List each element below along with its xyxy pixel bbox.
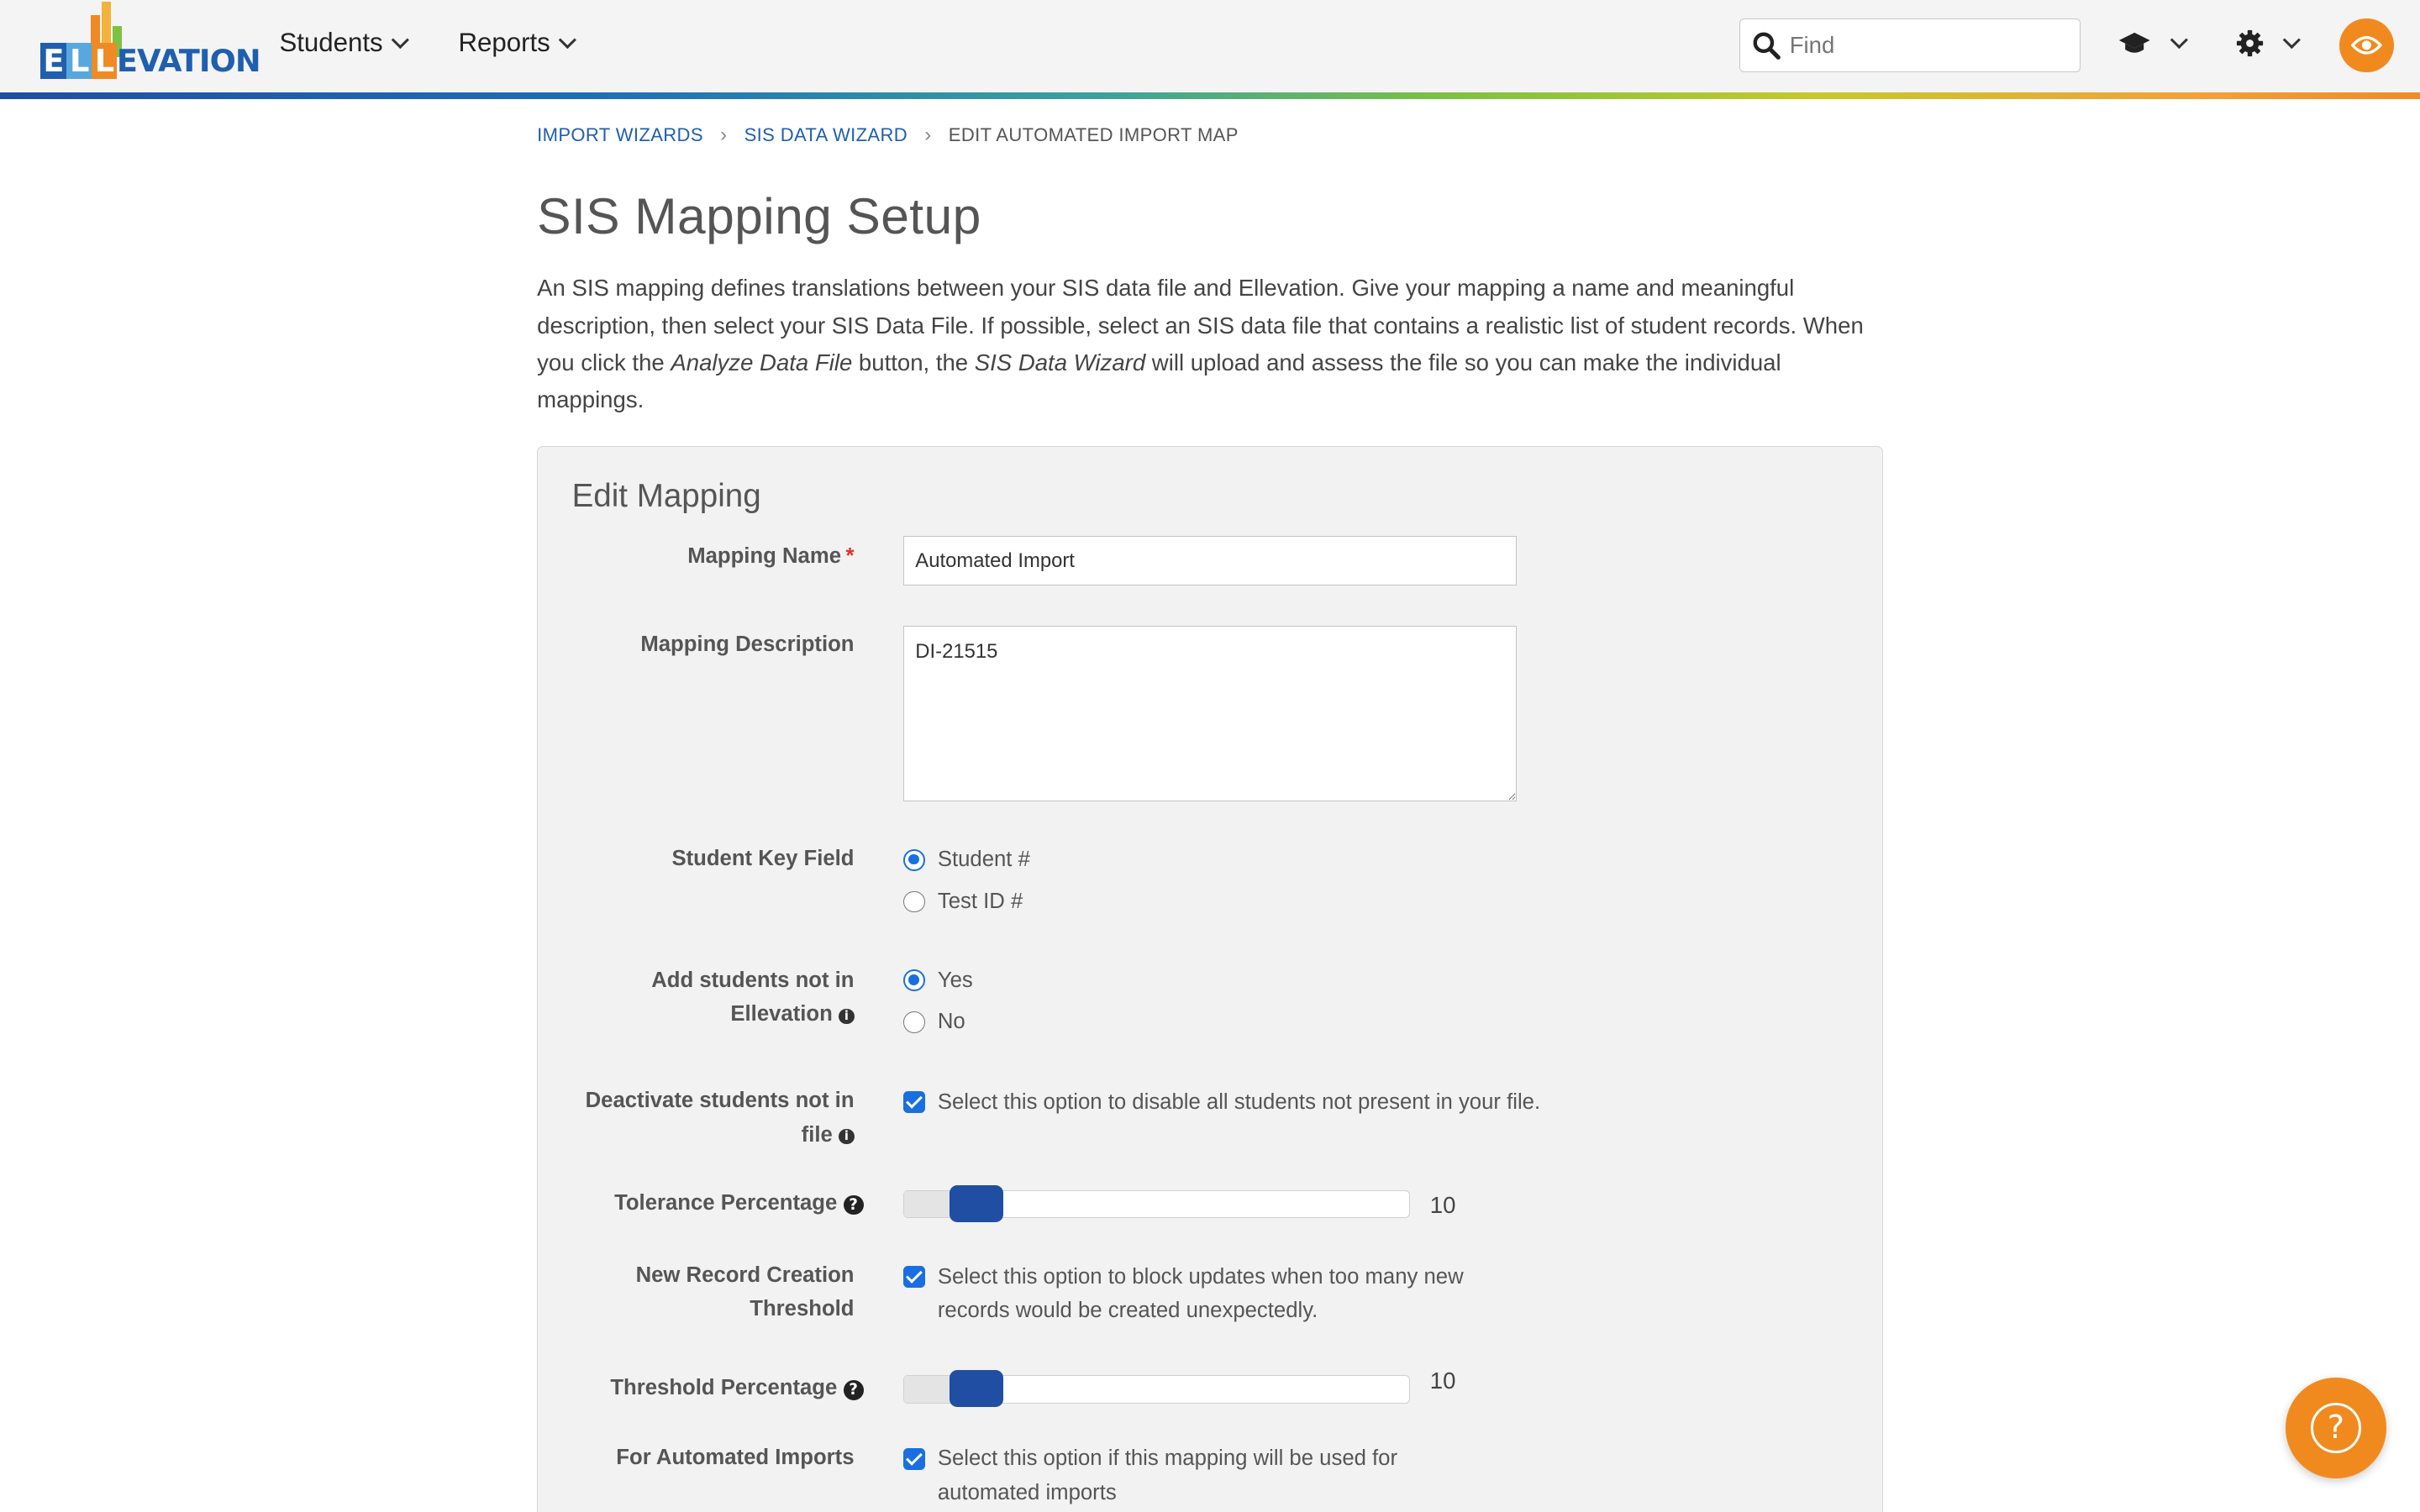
chevron-down-icon	[558, 30, 576, 49]
help-icon[interactable]: ?	[843, 1194, 864, 1215]
graduation-cap-icon	[2118, 32, 2150, 53]
intro-emphasis-analyze: Analyze Data File	[671, 349, 853, 375]
threshold-value: 10	[1429, 1368, 1456, 1394]
mapping-description-label: Mapping Description	[640, 632, 855, 656]
radio-selected[interactable]	[903, 848, 926, 871]
radio-selected[interactable]	[903, 969, 926, 991]
search-input[interactable]	[1789, 32, 2068, 60]
help-icon[interactable]: ?	[843, 1379, 864, 1400]
breadcrumb-import-wizards[interactable]: IMPORT WIZARDS	[537, 124, 703, 146]
gear-icon	[2237, 29, 2264, 57]
radio-label: No	[937, 1010, 965, 1034]
question-mark-icon: ?	[2310, 1402, 2362, 1454]
intro-emphasis-wizard: SIS Data Wizard	[974, 349, 1146, 375]
checkbox-checked[interactable]	[903, 1266, 926, 1288]
ellevation-logo[interactable]: E L L EVATION	[39, 1, 261, 79]
info-icon[interactable]: i	[839, 1008, 855, 1025]
roster-menu-button[interactable]	[2118, 31, 2188, 55]
nav-students[interactable]: Students	[279, 28, 409, 58]
required-mark: *	[845, 543, 855, 568]
radio-unselected[interactable]	[903, 890, 926, 913]
search-icon	[1753, 32, 1781, 60]
nav-reports[interactable]: Reports	[458, 28, 576, 58]
help-button[interactable]: ?	[2286, 1378, 2386, 1478]
slider-handle[interactable]	[949, 1184, 1003, 1222]
student-key-label: Student Key Field	[671, 846, 855, 870]
slider-handle[interactable]	[949, 1370, 1003, 1408]
eye-icon	[2351, 36, 2382, 55]
add-students-label-line2: Ellevation	[730, 1002, 833, 1026]
view-as-button[interactable]	[2339, 18, 2394, 73]
new-record-label-line1: New Record Creation	[635, 1263, 855, 1287]
threshold-slider[interactable]	[903, 1370, 1410, 1408]
chevron-right-icon: ›	[924, 123, 932, 146]
new-record-threshold-option[interactable]: Select this option to block updates when…	[903, 1260, 1490, 1328]
new-record-label-line2: Threshold	[750, 1297, 855, 1321]
threshold-label-text: Threshold Percentage	[610, 1375, 838, 1399]
chevron-down-icon	[2283, 31, 2301, 50]
student-key-option-student[interactable]: Student #	[903, 848, 1030, 872]
checkbox-checked[interactable]	[903, 1091, 926, 1114]
checkbox-checked[interactable]	[903, 1447, 926, 1470]
brand-stripe	[0, 92, 2420, 99]
chevron-right-icon: ›	[720, 123, 728, 146]
breadcrumb-sis-data-wizard[interactable]: SIS DATA WIZARD	[744, 124, 908, 146]
add-students-option-no[interactable]: No	[903, 1010, 965, 1034]
deactivate-students-label: Deactivate students not in file i	[586, 1084, 855, 1152]
mapping-name-label-text: Mapping Name	[687, 543, 841, 568]
mapping-name-input[interactable]	[903, 536, 1517, 586]
student-key-option-test-id[interactable]: Test ID #	[903, 890, 1023, 914]
add-students-label-line1: Add students not in	[651, 969, 855, 993]
tolerance-slider[interactable]	[903, 1184, 1410, 1222]
nav-reports-label: Reports	[458, 28, 550, 58]
top-navbar: E L L EVATION Students Reports	[0, 0, 2420, 93]
breadcrumb-current: EDIT AUTOMATED IMPORT MAP	[948, 123, 1239, 145]
search-box[interactable]	[1739, 18, 2081, 73]
deactivate-label-line2: file	[801, 1122, 833, 1147]
radio-label: Yes	[937, 968, 973, 992]
checkbox-label: Select this option if this mapping will …	[937, 1446, 1398, 1504]
tolerance-label: Tolerance Percentage?	[614, 1186, 864, 1220]
radio-label: Student #	[937, 848, 1030, 872]
nav-students-label: Students	[279, 28, 383, 58]
automated-imports-label: For Automated Imports	[616, 1445, 855, 1469]
settings-menu-button[interactable]	[2236, 29, 2301, 57]
new-record-threshold-label: New Record Creation Threshold	[636, 1258, 855, 1326]
deactivate-label-line1: Deactivate students not in	[585, 1089, 855, 1113]
radio-label: Test ID #	[937, 889, 1023, 913]
chevron-down-icon	[2170, 31, 2188, 50]
checkbox-label: Select this option to block updates when…	[937, 1264, 1464, 1323]
info-icon[interactable]: i	[839, 1128, 855, 1145]
page-title: SIS Mapping Setup	[537, 187, 981, 245]
add-students-option-yes[interactable]: Yes	[903, 968, 973, 993]
chevron-down-icon	[391, 30, 409, 49]
intro-text: An SIS mapping defines translations betw…	[537, 270, 1883, 417]
deactivate-students-option[interactable]: Select this option to disable all studen…	[903, 1090, 1540, 1115]
tolerance-value: 10	[1429, 1191, 1456, 1218]
threshold-percentage-label: Threshold Percentage?	[610, 1371, 864, 1404]
automated-imports-option[interactable]: Select this option if this mapping will …	[903, 1441, 1490, 1509]
mapping-name-label: Mapping Name *	[687, 539, 854, 573]
logo-text: E L L EVATION	[39, 42, 261, 79]
checkbox-label: Select this option to disable all studen…	[937, 1089, 1541, 1114]
add-students-label: Add students not in Ellevation i	[651, 963, 855, 1032]
radio-unselected[interactable]	[903, 1011, 926, 1033]
edit-mapping-panel: Edit Mapping Mapping Name* Mapping Descr…	[537, 445, 1883, 1512]
mapping-description-textarea[interactable]: DI-21515	[903, 625, 1517, 802]
panel-heading: Edit Mapping	[571, 477, 761, 514]
tolerance-label-text: Tolerance Percentage	[614, 1190, 838, 1215]
breadcrumb: IMPORT WIZARDS › SIS DATA WIZARD › EDIT …	[537, 123, 1239, 147]
intro-text-part: button, the	[852, 349, 975, 375]
